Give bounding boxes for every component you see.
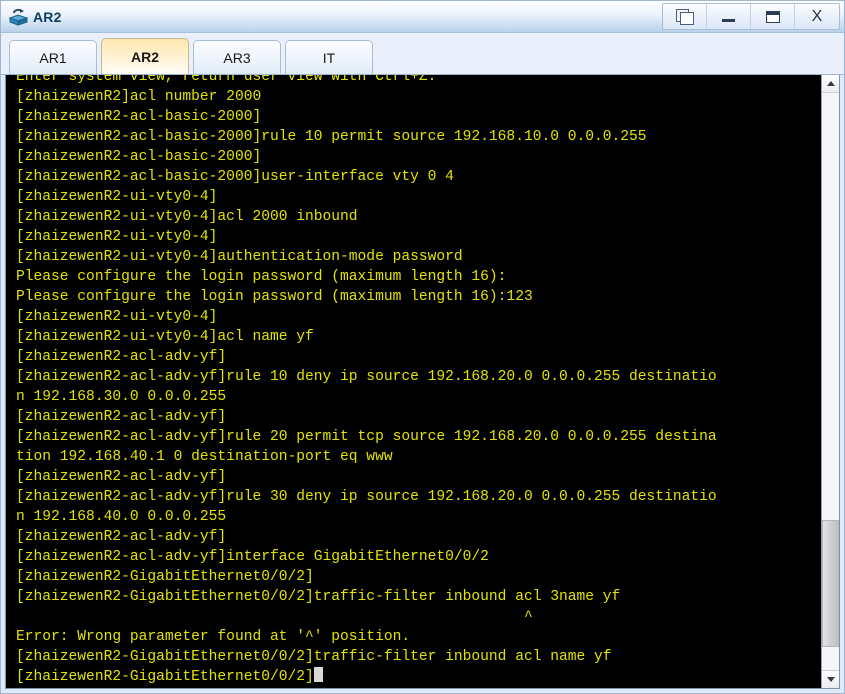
console-line: [zhaizewenR2-acl-basic-2000]	[16, 109, 262, 125]
router-icon	[8, 8, 29, 26]
chevron-up-icon	[826, 81, 835, 86]
console-line: [zhaizewenR2-acl-adv-yf]	[16, 529, 227, 545]
console-line: [zhaizewenR2-acl-basic-2000]	[16, 149, 262, 165]
tab-label: IT	[322, 49, 336, 66]
device-tab-bar: AR1 AR2 AR3 IT	[1, 33, 844, 75]
console-line: Please configure the login password (max…	[16, 289, 533, 305]
console-line: [zhaizewenR2-ui-vty0-4]	[16, 309, 218, 325]
ar2-window: AR2 X AR1 AR2 AR3 IT Enter system view, …	[0, 0, 845, 694]
console-line: [zhaizewenR2-GigabitEthernet0/0/2]	[16, 569, 314, 585]
restore-windows-button[interactable]	[663, 4, 707, 29]
console-line: [zhaizewenR2-ui-vty0-4]authentication-mo…	[16, 249, 463, 265]
console-prompt-text: [zhaizewenR2-GigabitEthernet0/0/2]	[16, 669, 314, 685]
console-line: [zhaizewenR2-acl-basic-2000]user-interfa…	[16, 169, 454, 185]
console-line: [zhaizewenR2-ui-vty0-4]acl name yf	[16, 329, 314, 345]
console-line: tion 192.168.40.1 0 destination-port eq …	[16, 449, 393, 465]
window-title: AR2	[33, 8, 62, 25]
console-line: ^	[16, 609, 533, 625]
console-prompt-line: [zhaizewenR2-GigabitEthernet0/0/2]	[16, 667, 821, 687]
tab-ar3[interactable]: AR3	[193, 40, 281, 74]
chevron-down-icon	[826, 677, 835, 682]
console-line: n 192.168.30.0 0.0.0.255	[16, 389, 227, 405]
console-line: [zhaizewenR2-acl-basic-2000]rule 10 perm…	[16, 129, 647, 145]
console-line: [zhaizewenR2-acl-adv-yf]rule 30 deny ip …	[16, 489, 717, 505]
console-line: Error: Wrong parameter found at '^' posi…	[16, 629, 411, 645]
console-line: [zhaizewenR2-GigabitEthernet0/0/2]traffi…	[16, 589, 621, 605]
console-output[interactable]: Enter system view, return user view with…	[6, 75, 821, 688]
tab-ar1[interactable]: AR1	[9, 40, 97, 74]
tab-ar2[interactable]: AR2	[101, 38, 189, 74]
cascade-windows-icon	[675, 9, 694, 25]
tab-label: AR2	[130, 48, 159, 65]
close-icon: X	[811, 7, 823, 25]
console-text: Enter system view, return user view with…	[16, 75, 821, 687]
scroll-up-button[interactable]	[822, 75, 839, 93]
cli-console[interactable]: Enter system view, return user view with…	[5, 75, 840, 689]
tab-it[interactable]: IT	[285, 40, 373, 74]
scroll-down-button[interactable]	[822, 670, 839, 688]
console-line: [zhaizewenR2-ui-vty0-4]	[16, 189, 218, 205]
console-line: [zhaizewenR2-ui-vty0-4]	[16, 229, 218, 245]
console-scrollbar[interactable]	[821, 75, 839, 688]
scrollbar-thumb[interactable]	[822, 519, 839, 647]
console-line: n 192.168.40.0 0.0.0.255	[16, 509, 227, 525]
window-controls: X	[662, 3, 840, 30]
scrollbar-track[interactable]	[822, 93, 839, 670]
maximize-icon	[765, 10, 780, 23]
maximize-button[interactable]	[751, 4, 795, 29]
console-line: [zhaizewenR2]acl number 2000	[16, 89, 262, 105]
console-line: [zhaizewenR2-ui-vty0-4]acl 2000 inbound	[16, 209, 358, 225]
console-line: Enter system view, return user view with…	[16, 75, 437, 85]
tab-label: AR1	[39, 49, 67, 66]
minimize-button[interactable]	[707, 4, 751, 29]
console-line: [zhaizewenR2-acl-adv-yf]rule 20 permit t…	[16, 429, 717, 445]
minimize-icon	[722, 19, 735, 22]
console-line: [zhaizewenR2-acl-adv-yf]	[16, 469, 227, 485]
console-line: [zhaizewenR2-acl-adv-yf]interface Gigabi…	[16, 549, 489, 565]
title-bar[interactable]: AR2 X	[1, 1, 844, 33]
tab-label: AR3	[223, 49, 251, 66]
console-line: Please configure the login password (max…	[16, 269, 507, 285]
close-button[interactable]: X	[795, 4, 839, 29]
terminal-area: Enter system view, return user view with…	[1, 75, 844, 693]
console-line: [zhaizewenR2-GigabitEthernet0/0/2]traffi…	[16, 649, 612, 665]
console-line: [zhaizewenR2-acl-adv-yf]	[16, 409, 227, 425]
console-line: [zhaizewenR2-acl-adv-yf]	[16, 349, 227, 365]
console-line: [zhaizewenR2-acl-adv-yf]rule 10 deny ip …	[16, 369, 717, 385]
text-cursor	[313, 667, 323, 682]
